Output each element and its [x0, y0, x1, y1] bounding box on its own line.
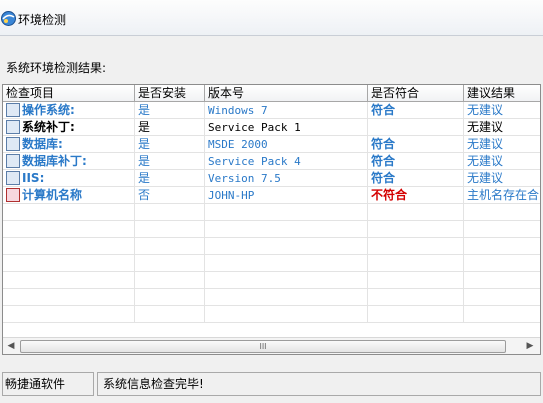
- column-header-installed[interactable]: 是否安装: [135, 85, 205, 102]
- empty-row: [3, 272, 540, 289]
- scroll-left-arrow-icon[interactable]: ◀: [6, 341, 16, 351]
- item-label: 计算机名称: [22, 188, 83, 202]
- section-label: 系统环境检测结果:: [6, 61, 107, 75]
- cell-installed: 是: [135, 153, 205, 170]
- item-label: 数据库:: [22, 137, 63, 151]
- cell-version: MSDE 2000: [205, 136, 368, 153]
- cell-version: Service Pack 4: [205, 153, 368, 170]
- table-row[interactable]: 计算机名称 否 JOHN-HP 不符合 主机名存在合: [3, 187, 540, 204]
- cell-advice: 无建议: [464, 153, 540, 170]
- cell-match: [368, 119, 464, 136]
- empty-row: [3, 238, 540, 255]
- item-label: 操作系统:: [22, 103, 75, 117]
- status-vendor: 畅捷通软件: [2, 372, 94, 396]
- table-row[interactable]: 系统补丁: 是 Service Pack 1 无建议: [3, 119, 540, 136]
- cell-advice: 主机名存在合: [464, 187, 540, 204]
- cell-item: 系统补丁:: [3, 119, 135, 136]
- item-label: IIS:: [22, 171, 45, 185]
- cell-item: 数据库:: [3, 136, 135, 153]
- cell-match: 符合: [368, 136, 464, 153]
- results-table[interactable]: 检查项目 是否安装 版本号 是否符合 建议结果 操作系统: 是 Windows …: [2, 84, 541, 355]
- title-bar[interactable]: 环境检测: [0, 0, 543, 36]
- cell-item: 计算机名称: [3, 187, 135, 204]
- iis-icon: [6, 171, 20, 185]
- cell-installed: 是: [135, 102, 205, 119]
- cell-installed: 是: [135, 136, 205, 153]
- column-header-version[interactable]: 版本号: [205, 85, 368, 102]
- column-header-match[interactable]: 是否符合: [368, 85, 464, 102]
- cell-match: 不符合: [368, 187, 464, 204]
- cell-advice: 无建议: [464, 119, 540, 136]
- app-icon: [1, 11, 16, 26]
- table-row[interactable]: 操作系统: 是 Windows 7 符合 无建议: [3, 102, 540, 119]
- horizontal-scrollbar[interactable]: ◀ III ▶: [3, 337, 540, 354]
- column-header-item[interactable]: 检查项目: [3, 85, 135, 102]
- scrollbar-thumb[interactable]: III: [20, 340, 506, 353]
- cell-item: 操作系统:: [3, 102, 135, 119]
- environment-check-window: 环境检测 系统环境检测结果: 检查项目 是否安装 版本号 是否符合 建议结果 操…: [0, 0, 543, 403]
- cell-installed: 是: [135, 170, 205, 187]
- empty-row: [3, 306, 540, 323]
- status-bar: 畅捷通软件 系统信息检查完毕!: [0, 370, 543, 397]
- table-body: 操作系统: 是 Windows 7 符合 无建议 系统补丁: 是 Service…: [3, 102, 540, 323]
- cell-advice: 无建议: [464, 170, 540, 187]
- computer-name-icon: [6, 188, 20, 202]
- cell-advice: 无建议: [464, 136, 540, 153]
- cell-match: 符合: [368, 170, 464, 187]
- cell-installed: 否: [135, 187, 205, 204]
- cell-item: 数据库补丁:: [3, 153, 135, 170]
- item-label: 系统补丁:: [22, 120, 75, 134]
- monitor-icon: [6, 103, 20, 117]
- table-row[interactable]: 数据库: 是 MSDE 2000 符合 无建议: [3, 136, 540, 153]
- cell-version: Windows 7: [205, 102, 368, 119]
- cell-version: Service Pack 1: [205, 119, 368, 136]
- table-row[interactable]: IIS: 是 Version 7.5 符合 无建议: [3, 170, 540, 187]
- column-header-advice[interactable]: 建议结果: [464, 85, 540, 102]
- empty-row: [3, 255, 540, 272]
- cell-version: JOHN-HP: [205, 187, 368, 204]
- window-title: 环境检测: [18, 13, 67, 27]
- database-icon: [6, 137, 20, 151]
- database-patch-icon: [6, 154, 20, 168]
- cell-item: IIS:: [3, 170, 135, 187]
- cell-installed: 是: [135, 119, 205, 136]
- patch-icon: [6, 120, 20, 134]
- cell-version: Version 7.5: [205, 170, 368, 187]
- status-message: 系统信息检查完毕!: [97, 372, 541, 396]
- cell-match: 符合: [368, 102, 464, 119]
- scroll-right-arrow-icon[interactable]: ▶: [525, 341, 535, 351]
- table-row[interactable]: 数据库补丁: 是 Service Pack 4 符合 无建议: [3, 153, 540, 170]
- empty-row: [3, 289, 540, 306]
- cell-advice: 无建议: [464, 102, 540, 119]
- empty-row: [3, 221, 540, 238]
- item-label: 数据库补丁:: [22, 154, 87, 168]
- cell-match: 符合: [368, 153, 464, 170]
- empty-row: [3, 204, 540, 221]
- table-header: 检查项目 是否安装 版本号 是否符合 建议结果: [3, 85, 540, 102]
